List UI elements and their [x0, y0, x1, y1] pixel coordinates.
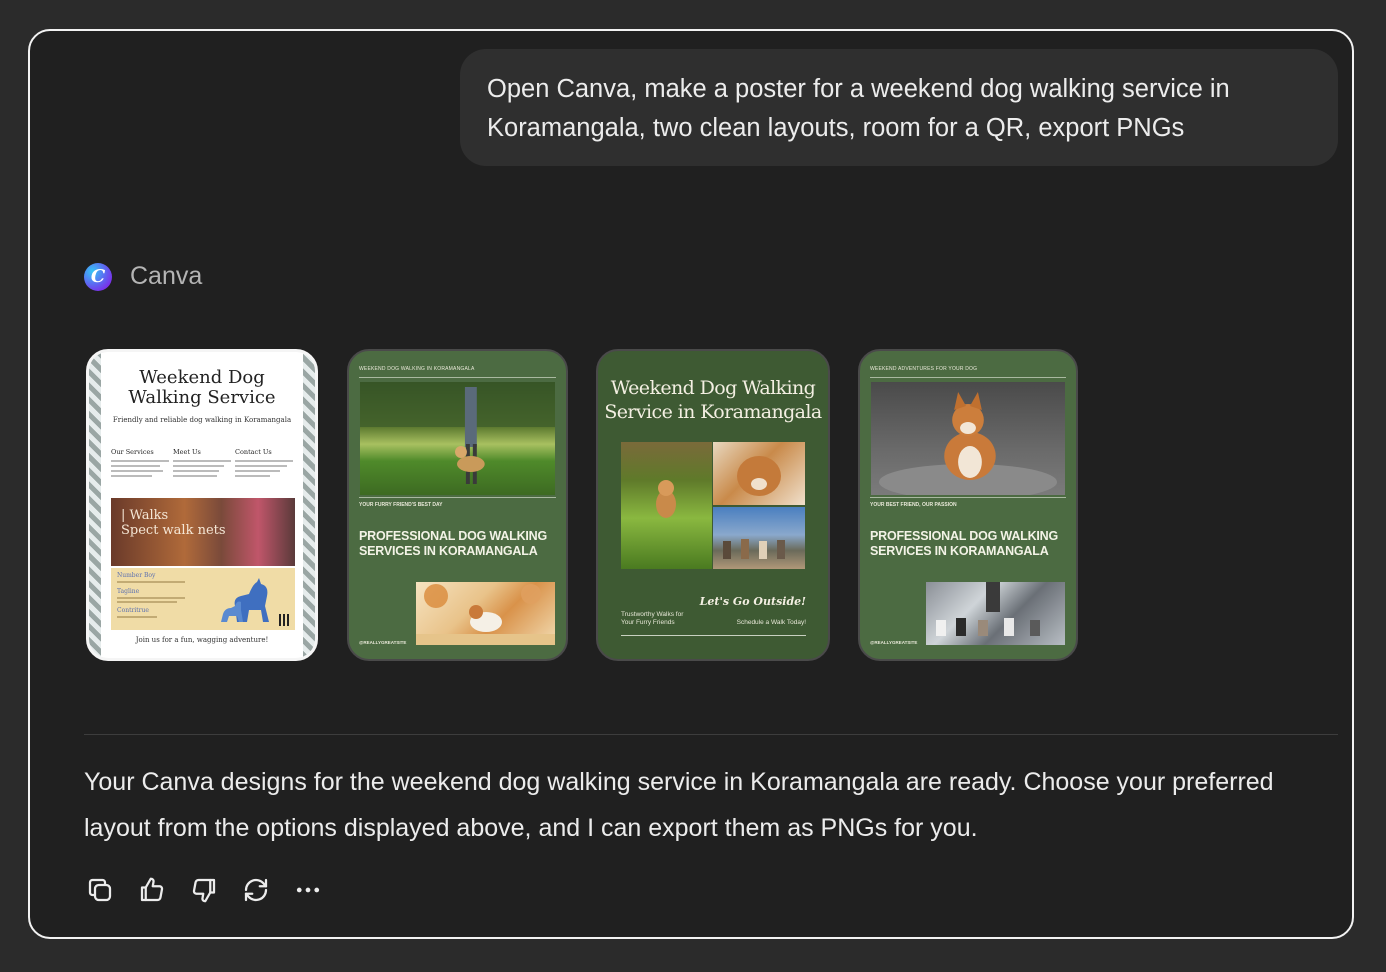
- design-1-subtitle: Friendly and reliable dog walking in Kor…: [112, 416, 292, 424]
- design-2-illustration: [416, 582, 555, 645]
- design-thumbnail-4[interactable]: WEEKEND ADVENTURES FOR YOUR DOG YOUR BES…: [858, 349, 1078, 661]
- design-2-photo: [360, 382, 555, 495]
- design-1-title: Weekend Dog Walking Service: [128, 367, 276, 408]
- shiba-dog-photo-icon: [878, 392, 1058, 500]
- design-3-right-text: Schedule a Walk Today!: [736, 619, 806, 626]
- decorative-border-right: [303, 352, 315, 658]
- thumbs-down-button[interactable]: [188, 874, 220, 906]
- design-thumbnail-2[interactable]: WEEKEND DOG WALKING IN KORAMANGALA YOUR …: [347, 349, 568, 661]
- dogs-on-street-icon: [936, 582, 1040, 636]
- design-3-photo-grid: [621, 442, 805, 569]
- design-3-script-text: Let's Go Outside!: [699, 595, 806, 608]
- design-1-column-heading: Contact Us: [235, 448, 272, 456]
- more-options-button[interactable]: [292, 874, 324, 906]
- design-4-small-label: YOUR BEST FRIEND, OUR PASSION: [870, 502, 957, 508]
- user-message-bubble: Open Canva, make a poster for a weekend …: [460, 49, 1338, 166]
- design-4-photo: [871, 382, 1065, 500]
- dog-walking-photo-icon: [360, 382, 555, 484]
- design-4-handle: @REALLYGREATSITE: [870, 640, 918, 645]
- design-4-headline: PROFESSIONAL DOG WALKING SERVICES IN KOR…: [870, 529, 1059, 558]
- chat-window: Open Canva, make a poster for a weekend …: [28, 29, 1354, 939]
- tool-name: Canva: [130, 262, 203, 290]
- divider-line: [621, 635, 806, 636]
- cartoon-dog-park-icon: [416, 584, 555, 645]
- design-1-info-panel: Number Boy Tagline Contritrue: [111, 568, 295, 630]
- design-1-photo-text: | Walks Spect walk nets: [121, 508, 226, 538]
- copy-icon: [88, 878, 112, 902]
- qr-code-icon: [279, 614, 291, 626]
- message-divider: [84, 734, 1338, 735]
- tool-attribution[interactable]: C Canva: [84, 262, 202, 291]
- design-2-headline: PROFESSIONAL DOG WALKING SERVICES IN KOR…: [359, 529, 548, 558]
- divider-line: [359, 497, 556, 498]
- design-thumbnail-3[interactable]: Weekend Dog Walking Service in Koramanga…: [596, 349, 830, 661]
- design-1-column-heading: Our Services: [111, 448, 154, 456]
- divider-line: [870, 497, 1066, 498]
- dog-illustration-icon: [221, 578, 269, 622]
- regenerate-button[interactable]: [240, 874, 272, 906]
- decorative-border-left: [89, 352, 101, 658]
- design-1-info-label: Number Boy: [117, 572, 156, 579]
- user-message-text: Open Canva, make a poster for a weekend …: [487, 75, 1230, 142]
- design-3-photo-dog-portrait: [713, 442, 805, 505]
- design-1-column: Contact Us: [235, 448, 293, 480]
- dog-group-icon: [723, 539, 785, 559]
- divider-line: [359, 377, 556, 378]
- more-icon: [296, 887, 320, 893]
- divider-line: [870, 377, 1066, 378]
- design-3-photo-running-dog: [621, 442, 712, 569]
- design-2-handle: @REALLYGREATSITE: [359, 640, 407, 645]
- message-actions: [84, 874, 344, 906]
- design-thumbnail-1[interactable]: Weekend Dog Walking Service Friendly and…: [86, 349, 318, 661]
- design-3-title: Weekend Dog Walking Service in Koramanga…: [604, 377, 822, 423]
- design-2-top-label: WEEKEND DOG WALKING IN KORAMANGALA: [359, 366, 475, 372]
- thumbs-up-icon: [140, 877, 164, 902]
- design-1-columns: Our Services Meet Us Contact Us: [111, 448, 293, 480]
- design-4-top-label: WEEKEND ADVENTURES FOR YOUR DOG: [870, 366, 978, 372]
- design-4-photo-2: [926, 582, 1065, 645]
- design-3-photo-dog-group: [713, 507, 805, 569]
- design-3-left-text: Trustworthy Walks for Your Furry Friends: [621, 611, 684, 626]
- design-1-photo: | Walks Spect walk nets: [111, 498, 295, 566]
- running-dog-icon: [656, 480, 676, 518]
- design-1-column-heading: Meet Us: [173, 448, 201, 456]
- canva-logo-icon: C: [84, 262, 112, 291]
- thumbs-down-icon: [192, 878, 216, 903]
- design-2-small-label: YOUR FURRY FRIEND'S BEST DAY: [359, 502, 443, 508]
- design-1-column: Our Services: [111, 448, 169, 480]
- dog-portrait-icon: [737, 456, 781, 496]
- regenerate-icon: [244, 878, 268, 902]
- copy-button[interactable]: [84, 874, 116, 906]
- design-1-info-label: Contritrue: [117, 607, 149, 614]
- design-1-column: Meet Us: [173, 448, 231, 480]
- thumbs-up-button[interactable]: [136, 874, 168, 906]
- design-1-footer: Join us for a fun, wagging adventure!: [135, 636, 269, 644]
- assistant-message-text: Your Canva designs for the weekend dog w…: [84, 768, 1274, 842]
- design-1-info-label: Tagline: [117, 588, 140, 595]
